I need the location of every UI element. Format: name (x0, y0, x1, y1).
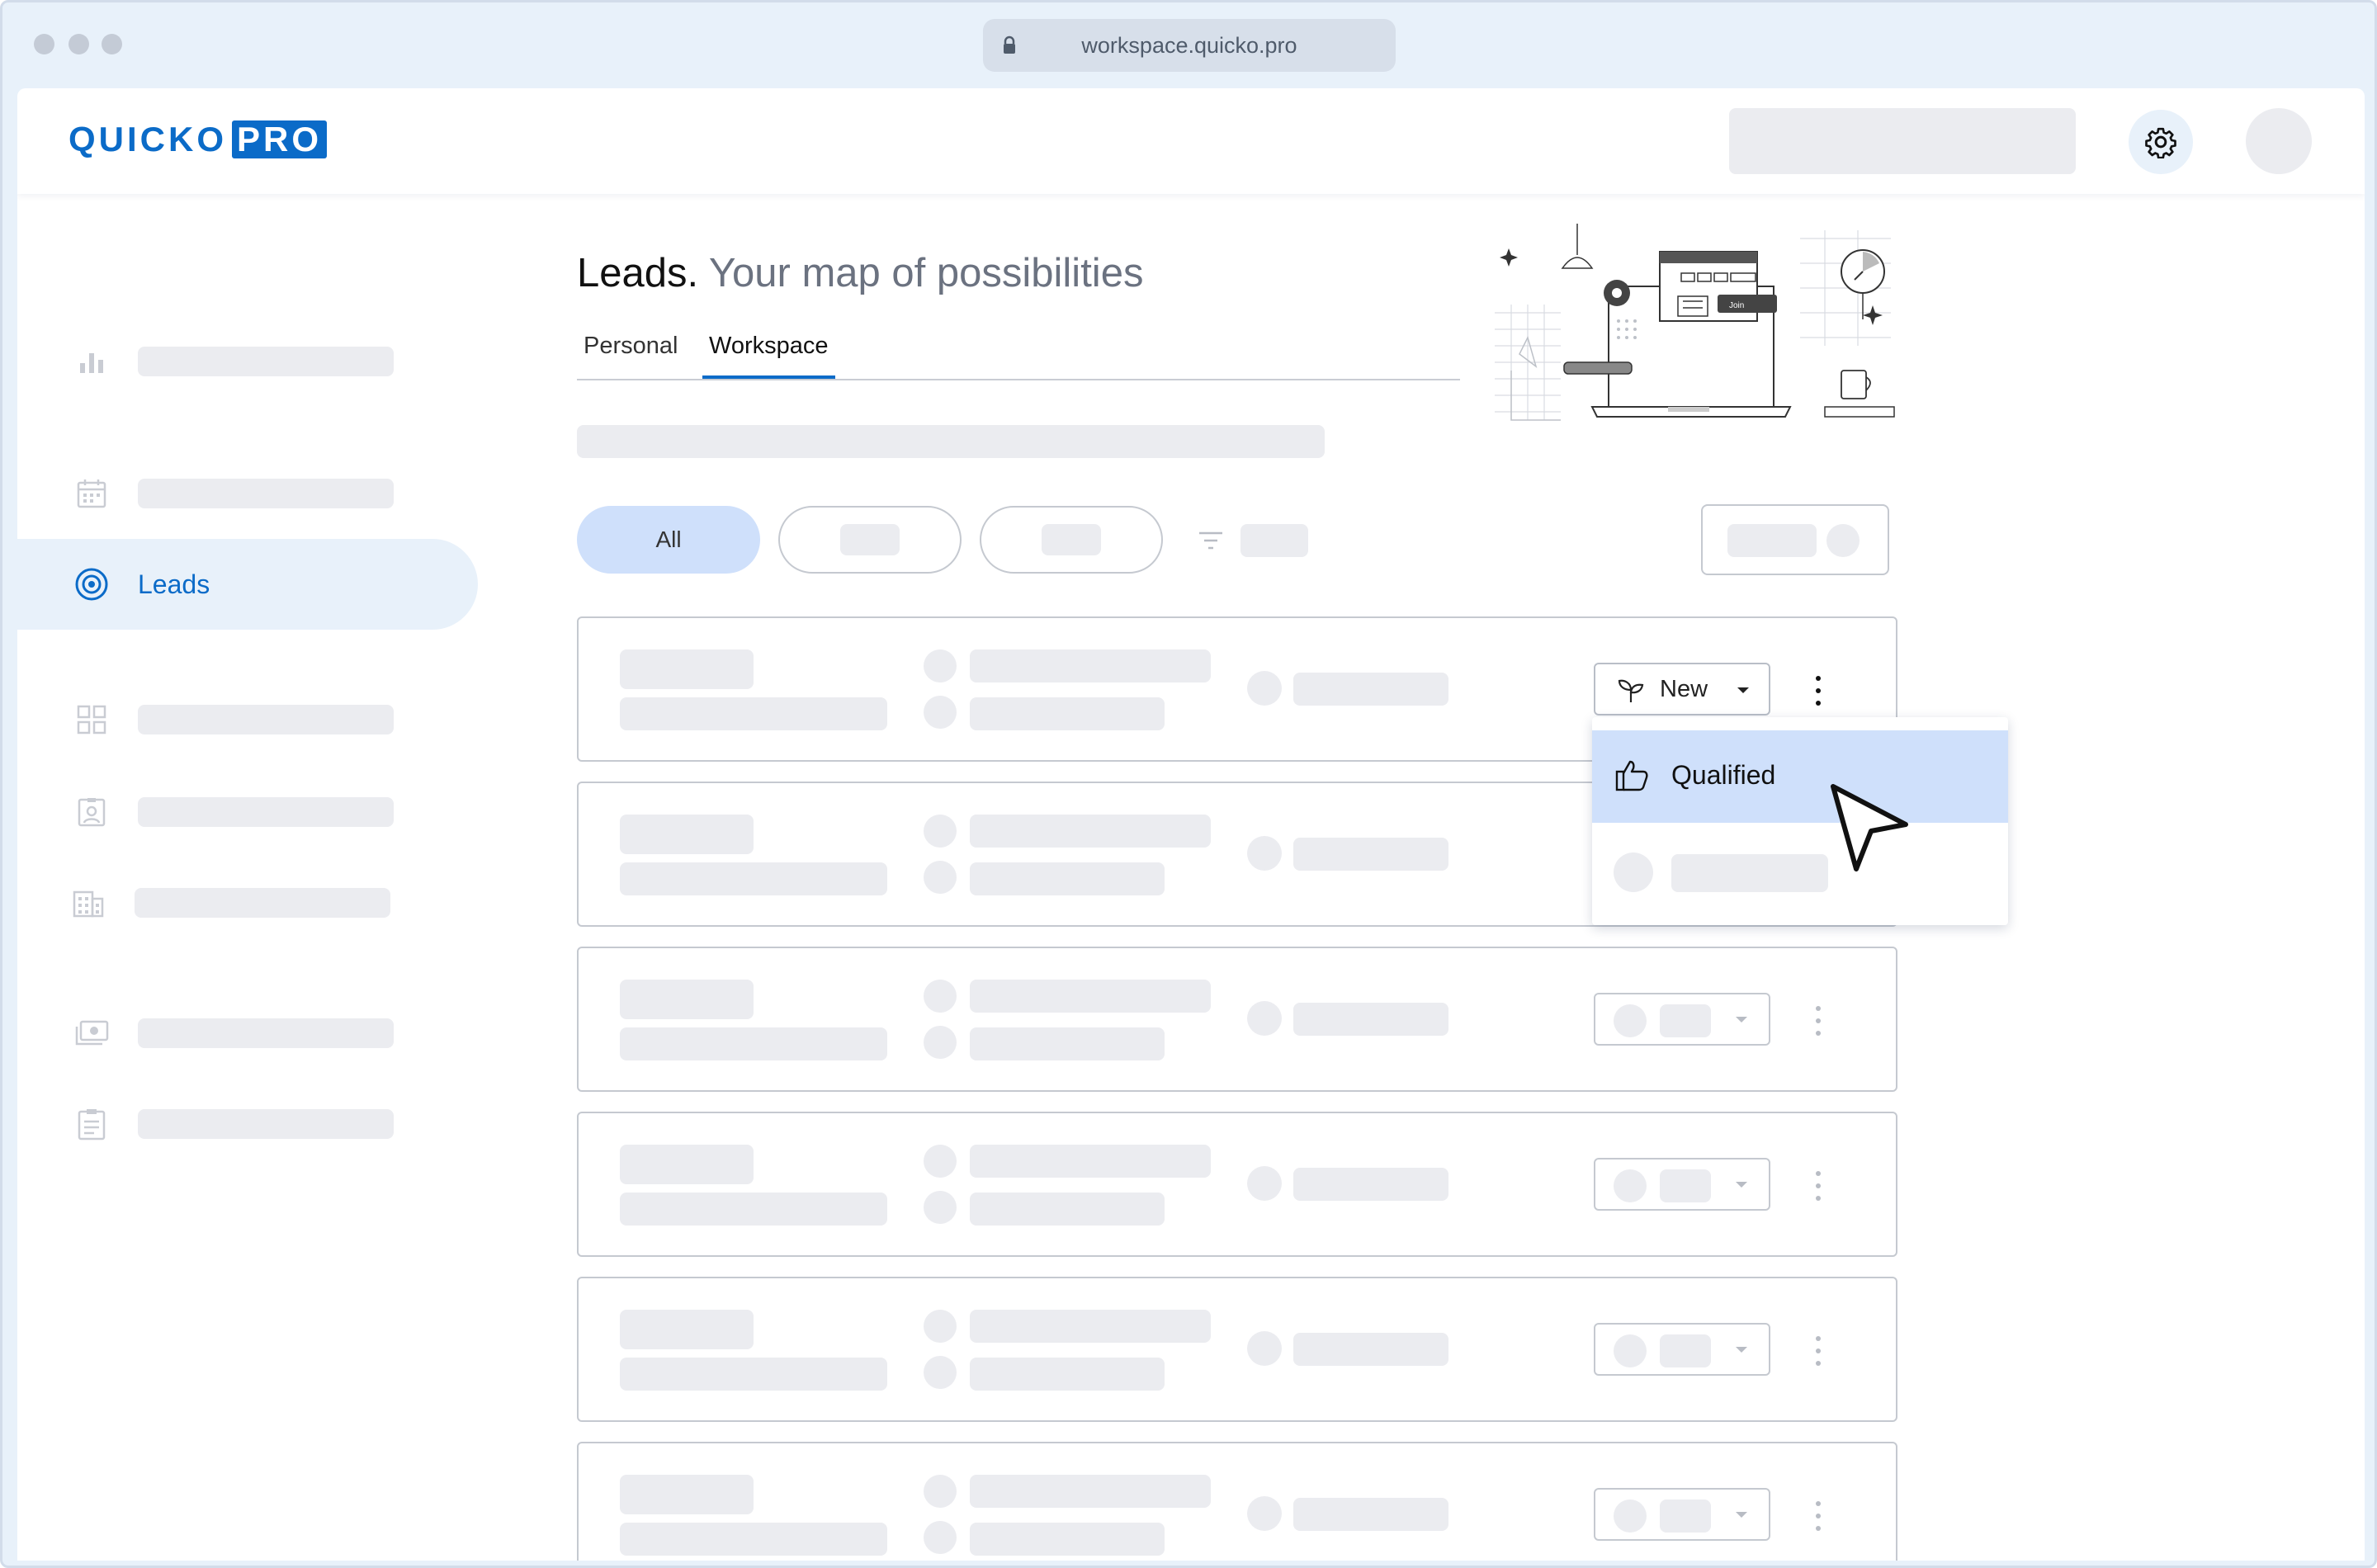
lead-row[interactable] (577, 947, 1897, 1092)
avatar[interactable] (2246, 108, 2312, 174)
sidebar: Leads (17, 194, 496, 1561)
page-title-soft: Your map of possibilities (708, 251, 1144, 295)
sort-control[interactable] (1701, 504, 1889, 575)
menu-item-qualified[interactable]: Qualified (1592, 730, 2008, 823)
sidebar-label-placeholder (138, 797, 394, 827)
status-menu: Qualified (1592, 717, 2008, 925)
more-options-icon[interactable] (1813, 1168, 1823, 1204)
page-title-strong: Leads. (577, 251, 699, 295)
sidebar-label-placeholder (138, 1109, 394, 1139)
lead-row[interactable] (577, 1112, 1897, 1257)
sidebar-item-tasks[interactable] (17, 1079, 480, 1169)
browser-window: workspace.quicko.pro QUICKO PRO Leads Le… (0, 0, 2377, 1568)
settings-button[interactable] (2129, 110, 2193, 174)
more-options-icon[interactable] (1813, 1003, 1823, 1039)
status-dropdown[interactable]: New (1594, 663, 1770, 716)
logo-text: QUICKO (69, 120, 227, 158)
lead-row[interactable] (577, 1277, 1897, 1422)
address-bar[interactable]: workspace.quicko.pro (983, 19, 1396, 72)
tab-bar: Personal Workspace (577, 319, 1460, 380)
sidebar-label-placeholder (138, 479, 394, 508)
filter-chip-all[interactable]: All (577, 506, 760, 574)
status-dropdown[interactable] (1594, 1158, 1770, 1211)
sidebar-label-placeholder (138, 705, 394, 734)
sprout-icon (1618, 679, 1644, 702)
tab-personal[interactable]: Personal (577, 328, 684, 379)
chip-label-placeholder (1042, 524, 1101, 555)
header-search-placeholder[interactable] (1729, 108, 2076, 174)
tab-workspace[interactable]: Workspace (702, 328, 835, 379)
caret-down-icon (1737, 687, 1749, 693)
svg-text:Join: Join (1729, 301, 1744, 310)
window-control-dot[interactable] (69, 34, 89, 54)
money-icon (73, 1015, 110, 1051)
lock-icon (1004, 35, 1015, 54)
workspace-illustration: Join (1495, 224, 1895, 421)
sidebar-item-contacts[interactable] (17, 767, 480, 857)
thumbs-up-icon (1615, 760, 1648, 791)
window-control-dot[interactable] (102, 34, 122, 54)
logo-badge: PRO (232, 120, 328, 158)
gear-icon (2145, 127, 2176, 158)
sidebar-label-placeholder (138, 1018, 394, 1048)
chip-label-placeholder (840, 524, 900, 555)
sidebar-item-companies[interactable] (17, 857, 480, 948)
menu-item[interactable] (1592, 824, 2008, 917)
browser-chrome: workspace.quicko.pro (2, 2, 2375, 88)
app-window: QUICKO PRO Leads Leads. Your map of poss… (17, 88, 2365, 1561)
menu-item-label: Qualified (1671, 760, 1776, 790)
bar-chart-icon (73, 343, 110, 380)
lead-row[interactable] (577, 1442, 1897, 1561)
more-options-icon[interactable] (1813, 1498, 1823, 1534)
subtitle-placeholder (577, 425, 1325, 458)
status-dropdown[interactable] (1594, 1323, 1770, 1376)
sidebar-item-analytics[interactable] (17, 316, 480, 407)
status-dropdown[interactable] (1594, 993, 1770, 1046)
window-control-dot[interactable] (34, 34, 54, 54)
grid-icon (73, 701, 110, 738)
filter-chip[interactable] (778, 506, 962, 574)
contact-card-icon (73, 794, 110, 830)
sidebar-label-placeholder (135, 888, 390, 918)
page-title: Leads. Your map of possibilities (577, 250, 1143, 296)
sidebar-item-dashboard[interactable] (17, 674, 480, 765)
sidebar-item-payments[interactable] (17, 988, 480, 1079)
url-text: workspace.quicko.pro (1081, 32, 1297, 58)
filter-label-placeholder[interactable] (1240, 524, 1308, 557)
sidebar-label-placeholder (138, 347, 394, 376)
sidebar-item-calendar[interactable] (17, 448, 480, 539)
sidebar-item-leads[interactable]: Leads (17, 539, 478, 630)
building-icon (70, 885, 106, 921)
filter-chip[interactable] (980, 506, 1163, 574)
target-icon (73, 566, 110, 602)
filter-icon[interactable] (1198, 529, 1224, 552)
calendar-icon (73, 475, 110, 512)
mouse-cursor-icon (1831, 784, 1908, 871)
clipboard-icon (73, 1106, 110, 1142)
more-options-icon[interactable] (1813, 673, 1823, 709)
status-dropdown[interactable] (1594, 1488, 1770, 1541)
status-label: New (1660, 676, 1708, 702)
more-options-icon[interactable] (1813, 1333, 1823, 1369)
logo[interactable]: QUICKO PRO (69, 120, 328, 159)
app-header: QUICKO PRO (17, 88, 2365, 194)
sidebar-item-label: Leads (138, 569, 210, 599)
